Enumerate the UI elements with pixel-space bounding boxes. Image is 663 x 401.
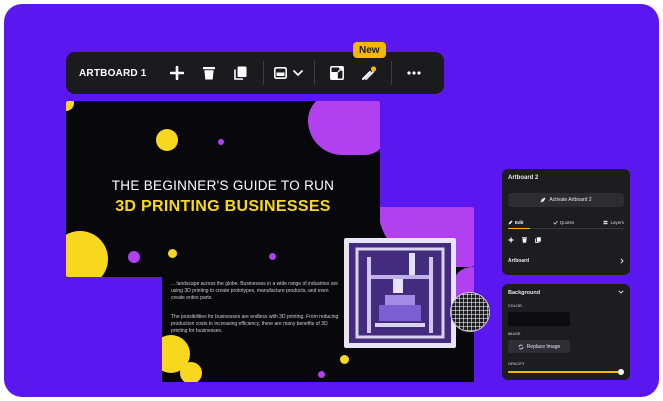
artboard-panel: Artboard 2 Activate Artboard 2 Edit Quot…: [502, 169, 630, 275]
add-button[interactable]: [161, 52, 193, 94]
chevron-down-icon: [293, 70, 303, 77]
magic-button[interactable]: [353, 52, 385, 94]
body-paragraph: The possibilities for businesses are end…: [171, 314, 339, 334]
tab-layers[interactable]: Layers: [603, 220, 624, 225]
delete-button[interactable]: [193, 52, 225, 94]
activate-artboard-label: Activate Artboard 2: [549, 197, 592, 203]
grid-pattern-circle[interactable]: [450, 292, 490, 332]
replace-image-button[interactable]: Replace Image: [508, 340, 570, 353]
resize-button[interactable]: [321, 52, 353, 94]
artboard-section-label: Artboard: [508, 258, 530, 264]
duplicate-button[interactable]: [225, 52, 257, 94]
color-swatch-field[interactable]: [508, 312, 570, 326]
trash-icon: [202, 67, 215, 80]
tab-layers-label: Layers: [610, 220, 624, 225]
duplicate-icon: [234, 66, 247, 80]
active-tab-indicator: [508, 228, 530, 229]
opacity-slider-handle[interactable]: [618, 369, 624, 375]
artboard-toolbar: ARTBOARD 1 New: [66, 42, 444, 94]
opacity-slider[interactable]: [508, 371, 622, 373]
activate-artboard-button[interactable]: Activate Artboard 2: [508, 193, 624, 207]
panel-title: Background: [508, 290, 541, 296]
chevron-right-icon: [620, 258, 624, 264]
tab-quotes[interactable]: Quotes: [552, 220, 575, 225]
panel-tabs: Edit Quotes Layers: [508, 220, 624, 225]
printer-photo[interactable]: [344, 238, 456, 348]
check-icon: [552, 220, 558, 225]
purple-dot-shape: [128, 251, 140, 263]
replace-icon: [518, 344, 524, 349]
trash-icon[interactable]: [522, 237, 527, 243]
chevron-down-icon: [618, 290, 624, 294]
toolbar-divider: [262, 61, 264, 85]
magic-wand-icon: [361, 66, 376, 80]
yellow-circle-shape: [156, 129, 178, 151]
slide-title-line-1: THE BEGINNER'S GUIDE TO RUN: [111, 178, 335, 193]
toolbar-divider: [390, 61, 392, 85]
image-label: IMAGE: [508, 332, 521, 336]
tab-quotes-label: Quotes: [559, 220, 575, 225]
3d-printer-image: [349, 243, 451, 343]
yellow-circle-shape: [66, 101, 74, 111]
tab-edit[interactable]: Edit: [508, 220, 524, 225]
plus-icon[interactable]: [508, 237, 514, 243]
body-paragraph: ... landscape across the globe. Business…: [171, 281, 339, 301]
color-label: COLOR: [508, 304, 522, 308]
replace-image-label: Replace Image: [526, 343, 561, 350]
opacity-label: OPACITY: [508, 362, 525, 366]
artboard-1-slide[interactable]: THE BEGINNER'S GUIDE TO RUN 3D PRINTING …: [66, 101, 380, 277]
canvas-background: ARTBOARD 1 New ... landscape across the …: [4, 4, 659, 397]
resize-icon: [329, 66, 344, 80]
artboard-section-row[interactable]: Artboard: [508, 258, 624, 264]
purple-dot-shape: [218, 139, 224, 145]
layout-icon: [274, 67, 288, 79]
toolbar-divider: [313, 61, 315, 85]
purple-dot-shape: [269, 253, 276, 260]
new-badge: New: [353, 42, 386, 58]
purple-dot-shape: [318, 371, 325, 378]
layers-icon: [603, 220, 608, 225]
yellow-circle-shape: [66, 231, 108, 277]
slide-title-line-2: 3D PRINTING BUSINESSES: [115, 198, 331, 215]
artboard-actions: [508, 237, 541, 243]
panel-title: Artboard 2: [508, 175, 539, 181]
background-panel-header[interactable]: Background: [508, 290, 624, 296]
artboard-name[interactable]: ARTBOARD 1: [79, 68, 147, 79]
duplicate-icon[interactable]: [535, 237, 541, 243]
edit-icon: [508, 220, 513, 225]
background-panel: Background COLOR IMAGE Replace Image OPA…: [502, 284, 630, 380]
tab-edit-label: Edit: [515, 220, 524, 225]
more-icon: [406, 71, 421, 75]
plus-icon: [169, 66, 184, 80]
layout-dropdown[interactable]: [270, 52, 308, 94]
pencil-icon: [540, 197, 546, 203]
yellow-circle-shape: [180, 362, 202, 382]
yellow-dot-shape: [168, 249, 177, 258]
yellow-dot-shape: [340, 355, 349, 364]
more-button[interactable]: [398, 52, 430, 94]
